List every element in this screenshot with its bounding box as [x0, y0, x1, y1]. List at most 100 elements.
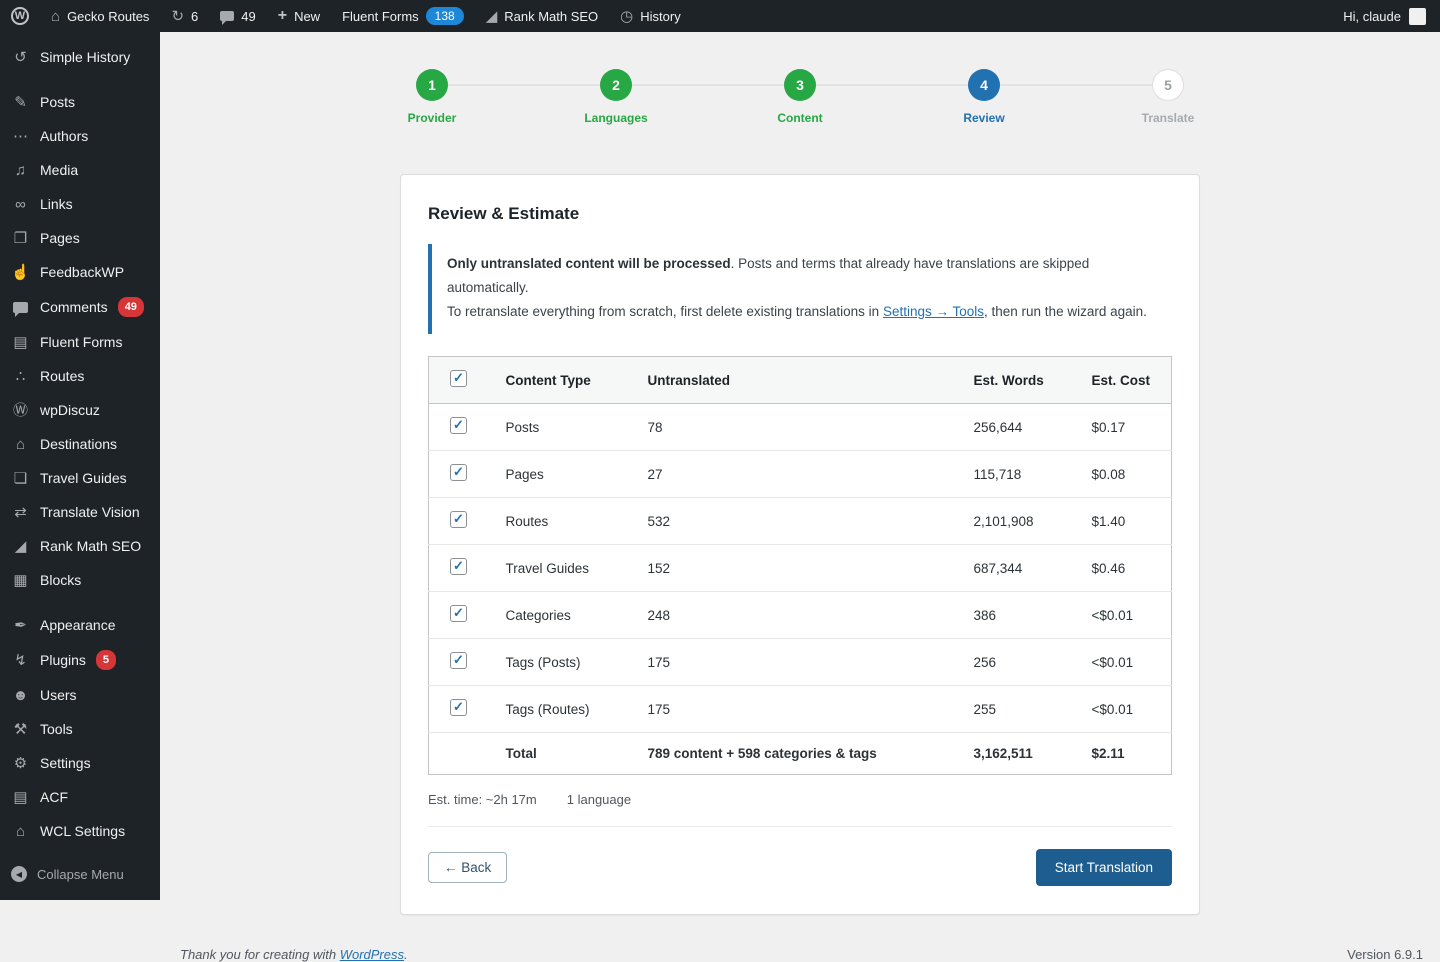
- thumbs-up-icon: ☝: [11, 265, 30, 280]
- row-checkbox[interactable]: [450, 699, 467, 716]
- admin-bar-item-comments-count[interactable]: 49: [209, 0, 266, 32]
- step-content[interactable]: 3Content: [784, 69, 816, 101]
- wordpress-logo-icon: W: [11, 7, 29, 25]
- sidebar-item-tools[interactable]: ⚒ Tools: [0, 712, 160, 746]
- admin-bar-item-wordpress-logo[interactable]: W: [0, 0, 40, 32]
- back-button[interactable]: ← Back: [428, 852, 507, 883]
- cell-untranslated: 532: [638, 498, 964, 545]
- collapse-arrow-icon: ◀: [11, 866, 27, 882]
- settings-tools-link[interactable]: Settings → Tools: [883, 304, 984, 319]
- cell-content-type: Routes: [496, 498, 638, 545]
- sidebar-item-posts[interactable]: ✎Posts: [0, 85, 160, 119]
- sidebar-item-blocks[interactable]: ▦Blocks: [0, 563, 160, 597]
- checkbox-cell: [429, 404, 496, 451]
- footer: Thank you for creating with WordPress. V…: [160, 947, 1440, 962]
- sidebar-item-pages[interactable]: ❐Pages: [0, 221, 160, 255]
- sidebar-item-users[interactable]: ☻ Users: [0, 678, 160, 712]
- sidebar-item-wpdiscuz[interactable]: ⓌwpDiscuz: [0, 393, 160, 427]
- book-icon: ❏: [11, 471, 30, 486]
- header-est-words: Est. Words: [964, 357, 1082, 404]
- sidebar-item-label: Users: [40, 686, 77, 704]
- row-checkbox[interactable]: [450, 605, 467, 622]
- table-row: Pages27115,718$0.08: [429, 451, 1172, 498]
- sidebar-item-destinations[interactable]: ⌂Destinations: [0, 427, 160, 461]
- sidebar-item-travel-guides[interactable]: ❏ Travel Guides: [0, 461, 160, 495]
- sidebar-item-settings[interactable]: ⚙Settings: [0, 746, 160, 780]
- sidebar-item-label: Pages: [40, 229, 80, 247]
- admin-bar-left: W ⌂Gecko Routes↻649+New Fluent Forms 138 ◢Ra…: [0, 0, 692, 32]
- sidebar-item-acf[interactable]: ▤ACF: [0, 780, 160, 814]
- sidebar-item-feedbackwp[interactable]: ☝ FeedbackWP: [0, 255, 160, 289]
- tools-icon: ⚒: [11, 722, 30, 737]
- table-row: Tags (Routes)175255<$0.01: [429, 686, 1172, 733]
- total-untranslated: 789 content + 598 categories & tags: [638, 733, 964, 775]
- estimate-summary: Est. time: ~2h 17m 1 language: [428, 792, 1172, 807]
- sidebar-item-plugins[interactable]: ↯Plugins5: [0, 642, 160, 678]
- sidebar-item-translate-vision[interactable]: ⇄Translate Vision: [0, 495, 160, 529]
- sidebar-item-fluent-forms[interactable]: ▤Fluent Forms: [0, 325, 160, 359]
- sidebar-item-media[interactable]: ♫Media: [0, 153, 160, 187]
- cell-est-words: 115,718: [964, 451, 1082, 498]
- cell-est-cost: $0.46: [1082, 545, 1172, 592]
- blocks-icon: ▦: [11, 573, 30, 588]
- sidebar-item-label: Tools: [40, 720, 73, 738]
- row-checkbox[interactable]: [450, 558, 467, 575]
- avatar: [1409, 8, 1426, 25]
- sidebar-item-label: Posts: [40, 93, 75, 111]
- main-content: 1Provider 2Languages 3Content 4Review 5Trans…: [160, 0, 1440, 962]
- sidebar-item-dashboard[interactable]: ▦Dashboard: [0, 32, 160, 40]
- sidebar-item-label: FeedbackWP: [40, 263, 124, 281]
- sidebar-item-comments[interactable]: Comments49: [0, 289, 160, 325]
- admin-bar-item-site-name[interactable]: ⌂Gecko Routes: [40, 0, 160, 32]
- sidebar-item-appearance[interactable]: ✒Appearance: [0, 608, 160, 642]
- admin-bar-item-fluent-forms[interactable]: Fluent Forms 138: [331, 0, 475, 32]
- sidebar-item-label: Media: [40, 161, 78, 179]
- wpdiscuz-icon: Ⓦ: [11, 403, 30, 418]
- sidebar-item-authors[interactable]: ⋯Authors: [0, 119, 160, 153]
- sidebar-item-label: Appearance: [40, 616, 116, 634]
- sidebar-item-links[interactable]: ∞Links: [0, 187, 160, 221]
- checkbox-cell: [429, 451, 496, 498]
- row-checkbox[interactable]: [450, 417, 467, 434]
- step-languages[interactable]: 2Languages: [600, 69, 632, 101]
- sidebar-item-rank-math-seo[interactable]: ◢Rank Math SEO: [0, 529, 160, 563]
- collapse-menu-button[interactable]: ◀ Collapse Menu: [0, 858, 160, 890]
- admin-bar-item-new-content[interactable]: +New: [267, 0, 331, 32]
- cell-est-cost: $0.08: [1082, 451, 1172, 498]
- clock-icon: ◷: [620, 9, 633, 24]
- select-all-checkbox[interactable]: [450, 370, 467, 387]
- sidebar-item-routes[interactable]: ∴Routes: [0, 359, 160, 393]
- cell-est-words: 2,101,908: [964, 498, 1082, 545]
- row-checkbox[interactable]: [450, 652, 467, 669]
- sidebar-item-label: Travel Guides: [40, 469, 127, 487]
- wordpress-link[interactable]: WordPress: [340, 947, 404, 962]
- comments-bubble-icon: [220, 11, 234, 21]
- page-title: Review & Estimate: [428, 204, 1172, 224]
- divider: [428, 826, 1172, 827]
- fluent-forms-label: Fluent Forms: [342, 9, 419, 24]
- header-content-type: Content Type: [496, 357, 638, 404]
- admin-bar-item-rank-math-seo[interactable]: ◢Rank Math SEO: [475, 0, 609, 32]
- row-checkbox[interactable]: [450, 464, 467, 481]
- row-checkbox[interactable]: [450, 511, 467, 528]
- start-translation-button[interactable]: Start Translation: [1036, 849, 1172, 886]
- step-review[interactable]: 4Review: [968, 69, 1000, 101]
- sidebar-item-wcl-settings[interactable]: ⌂WCL Settings: [0, 814, 160, 848]
- admin-bar-item-history[interactable]: ◷History: [609, 0, 692, 32]
- cell-untranslated: 27: [638, 451, 964, 498]
- header-untranslated: Untranslated: [638, 357, 964, 404]
- checkbox-cell: [429, 686, 496, 733]
- collapse-menu-label: Collapse Menu: [37, 867, 124, 882]
- sitemap-icon: ∴: [11, 369, 30, 384]
- step-provider[interactable]: 1Provider: [416, 69, 448, 101]
- sidebar-item-label: ACF: [40, 788, 68, 806]
- admin-bar-item-updates[interactable]: ↻6: [160, 0, 209, 32]
- account-menu[interactable]: Hi, claude: [1343, 8, 1440, 25]
- step-connector: [632, 84, 784, 86]
- rank-math-seo-label: Rank Math SEO: [504, 9, 598, 24]
- step-translate[interactable]: 5Translate: [1152, 69, 1184, 101]
- user-icon: ☻: [11, 688, 30, 703]
- count-badge: 138: [426, 7, 464, 25]
- sidebar-item-simple-history[interactable]: ↺Simple History: [0, 40, 160, 74]
- cell-est-words: 256: [964, 639, 1082, 686]
